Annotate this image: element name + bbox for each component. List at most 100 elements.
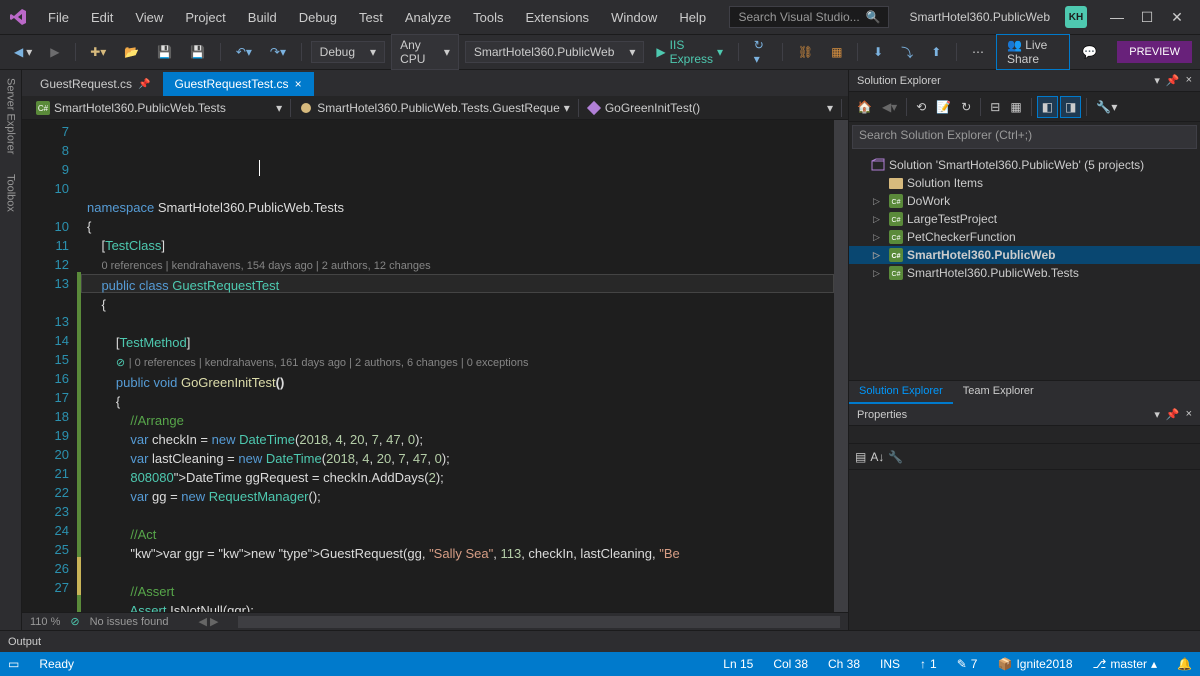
sb-branch[interactable]: ⎇ master ▴ xyxy=(1093,657,1158,671)
tree-item[interactable]: ▷C# DoWork xyxy=(849,192,1200,210)
tab-team-explorer[interactable]: Team Explorer xyxy=(953,381,1044,404)
undo-button[interactable]: ↶▾ xyxy=(230,42,258,62)
sb-changes[interactable]: ✎ 7 xyxy=(957,657,978,671)
menu-file[interactable]: File xyxy=(38,6,79,29)
breadcrumb-project[interactable]: C# SmartHotel360.PublicWeb.Tests▾ xyxy=(28,99,291,117)
open-file-button[interactable]: 📂 xyxy=(118,42,145,62)
collapse-all-button[interactable]: ⊟ xyxy=(986,97,1004,117)
properties-selector[interactable] xyxy=(849,426,1200,444)
sb-line[interactable]: Ln 15 xyxy=(723,657,753,671)
vertical-scrollbar[interactable] xyxy=(834,120,848,612)
refresh-button[interactable]: ↻ ▾ xyxy=(748,35,773,69)
file-tab-guestrequesttest[interactable]: GuestRequestTest.cs× xyxy=(163,72,314,96)
categorized-button[interactable]: ▤ xyxy=(855,450,866,464)
code-text-area[interactable]: namespace SmartHotel360.PublicWeb.Tests{… xyxy=(81,120,834,612)
sb-publish[interactable]: ↑ 1 xyxy=(920,657,937,671)
menu-view[interactable]: View xyxy=(125,6,173,29)
menu-tools[interactable]: Tools xyxy=(463,6,513,29)
sb-repo[interactable]: 📦 Ignite2018 xyxy=(997,657,1072,671)
back-button[interactable]: ◀▾ xyxy=(878,97,901,117)
step-into-button[interactable]: ⬇ xyxy=(867,42,889,62)
start-debugging-button[interactable]: ▶ IIS Express ▾ xyxy=(650,35,729,69)
pin-icon[interactable]: 📌 xyxy=(1166,408,1180,421)
user-avatar[interactable]: KH xyxy=(1065,6,1087,28)
preview-badge[interactable]: PREVIEW xyxy=(1117,41,1192,63)
refresh-button[interactable]: ↻ xyxy=(957,97,975,117)
properties-button[interactable]: 🔧▾ xyxy=(1092,97,1121,117)
breadcrumb-method[interactable]: GoGreenInitTest()▾ xyxy=(579,99,842,117)
error-nav[interactable]: ◀ ▶ xyxy=(198,615,218,628)
menu-extensions[interactable]: Extensions xyxy=(515,6,599,29)
close-button[interactable]: ✕ xyxy=(1162,5,1192,30)
server-explorer-tab[interactable]: Server Explorer xyxy=(5,78,17,154)
save-all-button[interactable]: 💾 xyxy=(184,42,211,62)
solution-config-dropdown[interactable]: Debug▾ xyxy=(311,41,385,63)
close-icon[interactable]: × xyxy=(1186,408,1192,421)
new-project-button[interactable]: ✚▾ xyxy=(84,42,112,62)
menu-window[interactable]: Window xyxy=(601,6,667,29)
sync-button[interactable]: ⟲ xyxy=(912,97,930,117)
menu-build[interactable]: Build xyxy=(238,6,287,29)
redo-button[interactable]: ↷▾ xyxy=(264,42,292,62)
sb-host-icon[interactable]: ▭ xyxy=(8,657,19,671)
sb-char[interactable]: Ch 38 xyxy=(828,657,860,671)
nav-back-button[interactable]: ◀▾ xyxy=(8,42,38,62)
save-button[interactable]: 💾 xyxy=(151,42,178,62)
more-button[interactable]: ⋯ xyxy=(966,42,990,62)
svg-text:C#: C# xyxy=(892,271,901,278)
sb-col[interactable]: Col 38 xyxy=(773,657,808,671)
toolbox-tab[interactable]: Toolbox xyxy=(5,174,17,212)
close-icon[interactable]: × xyxy=(295,77,302,91)
panel-dropdown-icon[interactable]: ▾ xyxy=(1154,74,1160,87)
show-all-button[interactable]: ▦ xyxy=(1006,97,1025,117)
menu-help[interactable]: Help xyxy=(669,6,716,29)
zoom-level[interactable]: 110 % xyxy=(30,616,60,628)
text-caret xyxy=(259,160,260,176)
minimize-button[interactable]: — xyxy=(1102,5,1132,30)
panel-dropdown-icon[interactable]: ▾ xyxy=(1154,408,1160,421)
code-editor[interactable]: 78910 10111213 1314151617181920212223242… xyxy=(22,120,848,612)
menu-debug[interactable]: Debug xyxy=(289,6,347,29)
tab-solution-explorer[interactable]: Solution Explorer xyxy=(849,381,953,404)
tree-item[interactable]: Solution Items xyxy=(849,174,1200,192)
menu-project[interactable]: Project xyxy=(175,6,235,29)
menu-analyze[interactable]: Analyze xyxy=(395,6,461,29)
properties-grid xyxy=(849,470,1200,630)
step-out-button[interactable]: ⬆ xyxy=(925,42,947,62)
tree-item[interactable]: ▷C# LargeTestProject xyxy=(849,210,1200,228)
output-panel-header[interactable]: Output xyxy=(0,630,1200,652)
solution-tree[interactable]: Solution 'SmartHotel360.PublicWeb' (5 pr… xyxy=(849,152,1200,380)
solution-platform-dropdown[interactable]: Any CPU▾ xyxy=(391,34,459,70)
close-icon[interactable]: × xyxy=(1186,74,1192,87)
track-active-button[interactable]: ◨ xyxy=(1060,96,1081,118)
sb-notifications-icon[interactable]: 🔔 xyxy=(1177,657,1192,671)
horizontal-scrollbar[interactable] xyxy=(238,616,840,628)
preview-selected-button[interactable]: ◧ xyxy=(1037,96,1058,118)
window-controls: — ☐ ✕ xyxy=(1102,5,1192,30)
browser-link-button[interactable]: ⛓ xyxy=(792,42,819,62)
menu-test[interactable]: Test xyxy=(349,6,393,29)
svg-text:C#: C# xyxy=(892,253,901,260)
file-tab-guestrequest[interactable]: GuestRequest.cs📌 xyxy=(28,72,163,96)
feedback-button[interactable]: 💬 xyxy=(1076,42,1103,62)
property-pages-button[interactable]: 🔧 xyxy=(888,450,903,464)
tree-item[interactable]: ▷C# SmartHotel360.PublicWeb xyxy=(849,246,1200,264)
nav-forward-button[interactable]: ▶ xyxy=(44,42,65,62)
pending-changes-button[interactable]: 📝 xyxy=(932,97,955,117)
pin-icon[interactable]: 📌 xyxy=(138,79,150,90)
alphabetical-button[interactable]: A↓ xyxy=(870,450,884,464)
live-share-button[interactable]: 👥 Live Share xyxy=(996,34,1070,70)
pin-icon[interactable]: 📌 xyxy=(1166,74,1180,87)
breadcrumb-class[interactable]: SmartHotel360.PublicWeb.Tests.GuestReque… xyxy=(291,99,579,117)
quick-launch-search[interactable]: Search Visual Studio... 🔍 xyxy=(729,6,889,28)
solution-search-input[interactable]: Search Solution Explorer (Ctrl+;) xyxy=(852,125,1197,149)
maximize-button[interactable]: ☐ xyxy=(1132,5,1162,30)
sb-ins[interactable]: INS xyxy=(880,657,900,671)
tree-item[interactable]: ▷C# PetCheckerFunction xyxy=(849,228,1200,246)
step-over-button[interactable]: ⤵ xyxy=(895,41,919,64)
extension-button[interactable]: ▦ xyxy=(825,42,848,62)
menu-edit[interactable]: Edit xyxy=(81,6,123,29)
home-button[interactable]: 🏠 xyxy=(853,97,876,117)
tree-item[interactable]: ▷C# SmartHotel360.PublicWeb.Tests xyxy=(849,264,1200,282)
startup-project-dropdown[interactable]: SmartHotel360.PublicWeb▾ xyxy=(465,41,645,63)
